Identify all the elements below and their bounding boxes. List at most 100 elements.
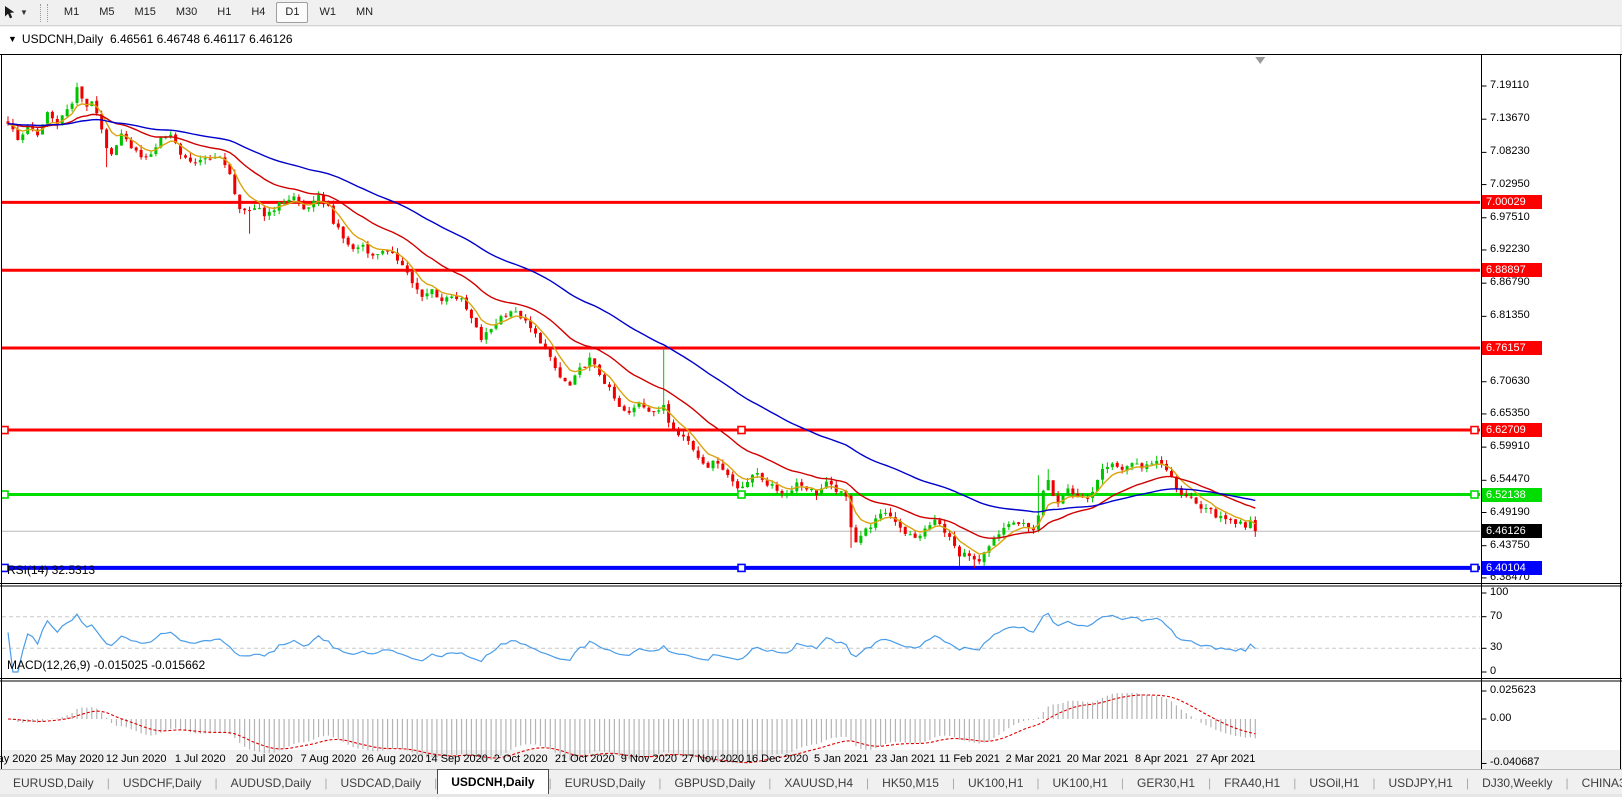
price-level-tag: 6.52138 (1482, 488, 1542, 502)
terminal-window: ▼ M1M5M15M30H1H4D1W1MN ▼ USDCNH,Daily 6.4… (0, 0, 1622, 797)
chart-tab-uk100-h1[interactable]: UK100,H1 (955, 772, 1036, 795)
collapse-triangle-icon[interactable]: ▼ (8, 34, 17, 44)
chart-tab-usdjpy-h1[interactable]: USDJPY,H1 (1375, 772, 1465, 795)
date-label: 6 May 2020 (0, 753, 37, 765)
cursor-pointer-icon (3, 5, 17, 20)
price-axis-tick: 6.92230 (1490, 243, 1530, 255)
level-drag-handle[interactable] (1471, 427, 1478, 434)
level-drag-handle[interactable] (738, 564, 745, 571)
chart-title: ▼ USDCNH,Daily 6.46561 6.46748 6.46117 6.… (8, 32, 293, 46)
ma-slow (8, 120, 1255, 512)
timeframe-button-m30[interactable]: M30 (167, 2, 206, 23)
price-axis-tick: 6.97510 (1490, 211, 1530, 223)
price-level-tag: 6.88897 (1482, 263, 1542, 277)
chevron-down-icon: ▼ (20, 8, 28, 17)
date-label: 2 Oct 2020 (494, 753, 548, 765)
macd-axis-tick: -0.040687 (1490, 756, 1540, 768)
macd-axis-tick: 0.025623 (1490, 684, 1536, 696)
macd-axis-tick: 0.00 (1490, 712, 1511, 724)
date-label: 1 Jul 2020 (175, 753, 226, 765)
timeframe-button-h4[interactable]: H4 (242, 2, 274, 23)
chart-tab-uk100-h1[interactable]: UK100,H1 (1040, 772, 1121, 795)
chart-ohlc-values: 6.46561 6.46748 6.46117 6.46126 (110, 32, 293, 46)
date-label: 20 Jul 2020 (236, 753, 293, 765)
chart-tab-bar: EURUSD,Daily|USDCHF,Daily|AUDUSD,Daily|U… (0, 769, 1622, 795)
price-level-tag: 7.00029 (1482, 195, 1542, 209)
macd-indicator-label: MACD(12,26,9) -0.015025 -0.015662 (7, 658, 205, 672)
date-label: 7 Aug 2020 (301, 753, 357, 765)
date-label: 27 Apr 2021 (1196, 753, 1255, 765)
chart-tab-china300-h1[interactable]: CHINA300,H1 (1569, 772, 1622, 795)
price-axis-tick: 6.86790 (1490, 276, 1530, 288)
chart-tab-eurusd-daily[interactable]: EURUSD,Daily (0, 772, 107, 795)
toolbar-grip-handle[interactable] (40, 4, 48, 22)
timeframe-toolbar: ▼ M1M5M15M30H1H4D1W1MN (0, 0, 1622, 26)
chart-tab-hk50-m15[interactable]: HK50,M15 (869, 772, 952, 795)
price-axis-tick: 6.65350 (1490, 407, 1530, 419)
timeframe-button-d1[interactable]: D1 (276, 2, 308, 23)
date-label: 25 May 2020 (40, 753, 104, 765)
chart-tabs: EURUSD,Daily|USDCHF,Daily|AUDUSD,Daily|U… (0, 769, 1622, 795)
price-level-tag: 6.46126 (1482, 524, 1542, 538)
date-label: 21 Oct 2020 (555, 753, 615, 765)
rsi-axis-tick: 30 (1490, 641, 1502, 653)
chart-canvas[interactable] (0, 27, 1622, 797)
price-level-tag: 6.76157 (1482, 341, 1542, 355)
chart-tab-ger30-h1[interactable]: GER30,H1 (1124, 772, 1208, 795)
rsi-indicator-label: RSI(14) 32.5313 (7, 563, 95, 577)
rsi-axis-tick: 100 (1490, 586, 1508, 598)
date-label: 20 Mar 2021 (1067, 753, 1129, 765)
timeframe-button-h1[interactable]: H1 (208, 2, 240, 23)
level-drag-handle[interactable] (1, 491, 8, 498)
timeframe-buttons: M1M5M15M30H1H4D1W1MN (54, 2, 383, 23)
chart-tab-fra40-h1[interactable]: FRA40,H1 (1211, 772, 1293, 795)
date-label: 26 Aug 2020 (362, 753, 424, 765)
ma-mid (8, 114, 1255, 538)
price-axis-tick: 6.43750 (1490, 539, 1530, 551)
date-label: 5 Jan 2021 (814, 753, 868, 765)
chart-tab-usdcad-daily[interactable]: USDCAD,Daily (327, 772, 434, 795)
rsi-axis-tick: 70 (1490, 610, 1502, 622)
price-axis-tick: 6.54470 (1490, 473, 1530, 485)
chart-tab-usdchf-daily[interactable]: USDCHF,Daily (110, 772, 215, 795)
price-axis-tick: 6.59910 (1490, 440, 1530, 452)
date-label: 23 Jan 2021 (875, 753, 936, 765)
date-label: 16 Dec 2020 (746, 753, 808, 765)
date-label: 2 Mar 2021 (1006, 753, 1062, 765)
date-label: 14 Sep 2020 (425, 753, 487, 765)
rsi-axis-tick: 0 (1490, 665, 1496, 677)
date-label: 27 Nov 2020 (682, 753, 744, 765)
chart-tab-dj30-weekly[interactable]: DJ30,Weekly (1469, 772, 1565, 795)
date-label: 12 Jun 2020 (106, 753, 167, 765)
chart-tab-xauusd-h4[interactable]: XAUUSD,H4 (771, 772, 866, 795)
price-axis-tick: 7.08230 (1490, 145, 1530, 157)
level-drag-handle[interactable] (1, 427, 8, 434)
price-axis-tick: 6.81350 (1490, 309, 1530, 321)
date-label: 8 Apr 2021 (1135, 753, 1188, 765)
price-axis-tick: 7.13670 (1490, 112, 1530, 124)
price-level-tag: 6.62709 (1482, 423, 1542, 437)
level-drag-handle[interactable] (1471, 564, 1478, 571)
level-drag-handle[interactable] (738, 427, 745, 434)
date-label: 11 Feb 2021 (939, 753, 1000, 765)
chart-tab-usoil-h1[interactable]: USOil,H1 (1296, 772, 1372, 795)
level-drag-handle[interactable] (738, 491, 745, 498)
timeframe-button-m5[interactable]: M5 (90, 2, 123, 23)
price-axis-tick: 7.19110 (1490, 79, 1529, 91)
chart-tab-eurusd-daily[interactable]: EURUSD,Daily (552, 772, 659, 795)
chart-tab-audusd-daily[interactable]: AUDUSD,Daily (218, 772, 325, 795)
chart-symbol-label: USDCNH,Daily (22, 32, 103, 46)
chart-tab-usdcnh-daily[interactable]: USDCNH,Daily (437, 769, 548, 795)
chart-shift-marker (1255, 57, 1265, 64)
price-axis-tick: 6.70630 (1490, 375, 1530, 387)
level-drag-handle[interactable] (1471, 491, 1478, 498)
price-level-tag: 6.40104 (1482, 561, 1542, 575)
timeframe-button-m15[interactable]: M15 (125, 2, 164, 23)
cursor-tool-button[interactable]: ▼ (0, 5, 32, 20)
chart-window[interactable]: ▼ USDCNH,Daily 6.46561 6.46748 6.46117 6.… (0, 27, 1620, 750)
timeframe-button-mn[interactable]: MN (347, 2, 382, 23)
timeframe-button-m1[interactable]: M1 (55, 2, 88, 23)
date-label: 9 Nov 2020 (621, 753, 677, 765)
chart-tab-gbpusd-daily[interactable]: GBPUSD,Daily (662, 772, 769, 795)
timeframe-button-w1[interactable]: W1 (310, 2, 345, 23)
